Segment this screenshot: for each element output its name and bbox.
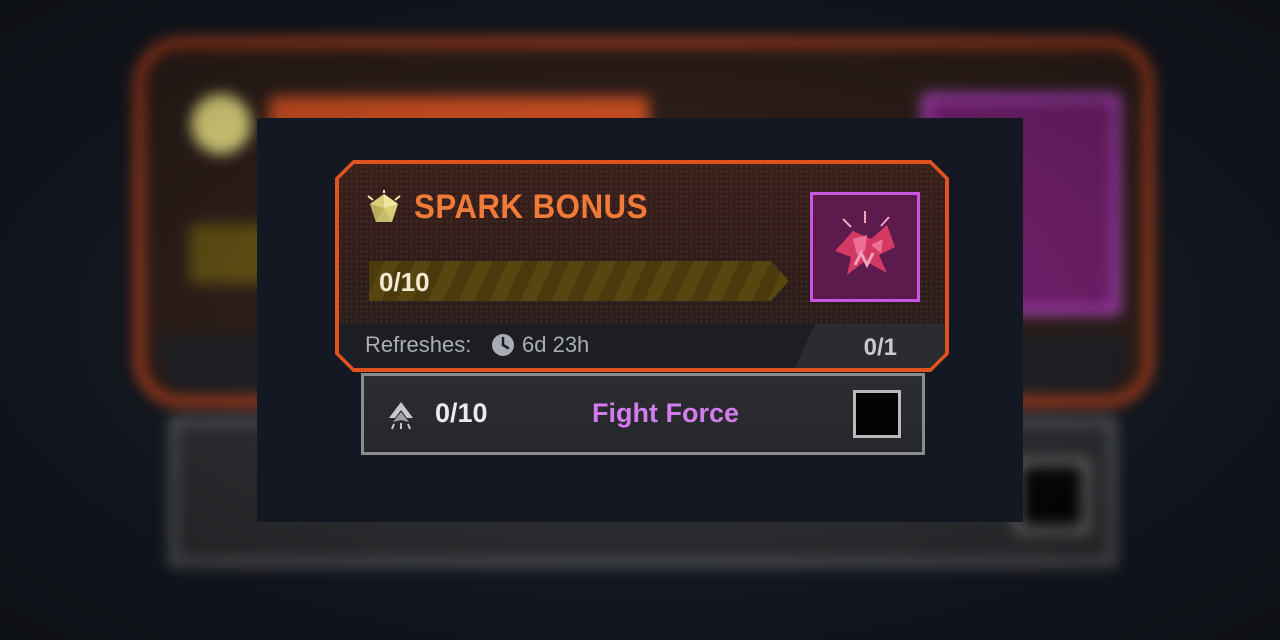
- progress-bar: 0/10: [369, 261, 789, 301]
- challenge-panel: SPARK BONUS 0/10 Refreshes: 6d 23h 0/1 0…: [257, 118, 1023, 522]
- refresh-time: 6d 23h: [522, 332, 590, 357]
- squad-chevron-icon: [389, 402, 413, 430]
- card-body: SPARK BONUS 0/10 Refreshes: 6d 23h 0/1: [339, 164, 945, 368]
- reward-charm-icon: [813, 195, 917, 299]
- spark-gem-icon: [367, 190, 401, 222]
- task-name: Fight Force: [592, 398, 739, 428]
- refresh-label: Refreshes:: [365, 332, 472, 357]
- task-checkbox[interactable]: [853, 390, 901, 438]
- progress-text: 0/10: [379, 267, 430, 297]
- task-row[interactable]: 0/10 Fight Force: [361, 373, 925, 455]
- card-footer: Refreshes: 6d 23h 0/1: [339, 324, 945, 368]
- completion-count: 0/1: [863, 334, 897, 361]
- spark-bonus-card[interactable]: SPARK BONUS 0/10 Refreshes: 6d 23h 0/1: [335, 160, 949, 372]
- clock-icon: [492, 334, 514, 356]
- reward-thumbnail[interactable]: [810, 192, 920, 302]
- card-title: SPARK BONUS: [414, 188, 648, 226]
- task-progress: 0/10: [435, 398, 488, 428]
